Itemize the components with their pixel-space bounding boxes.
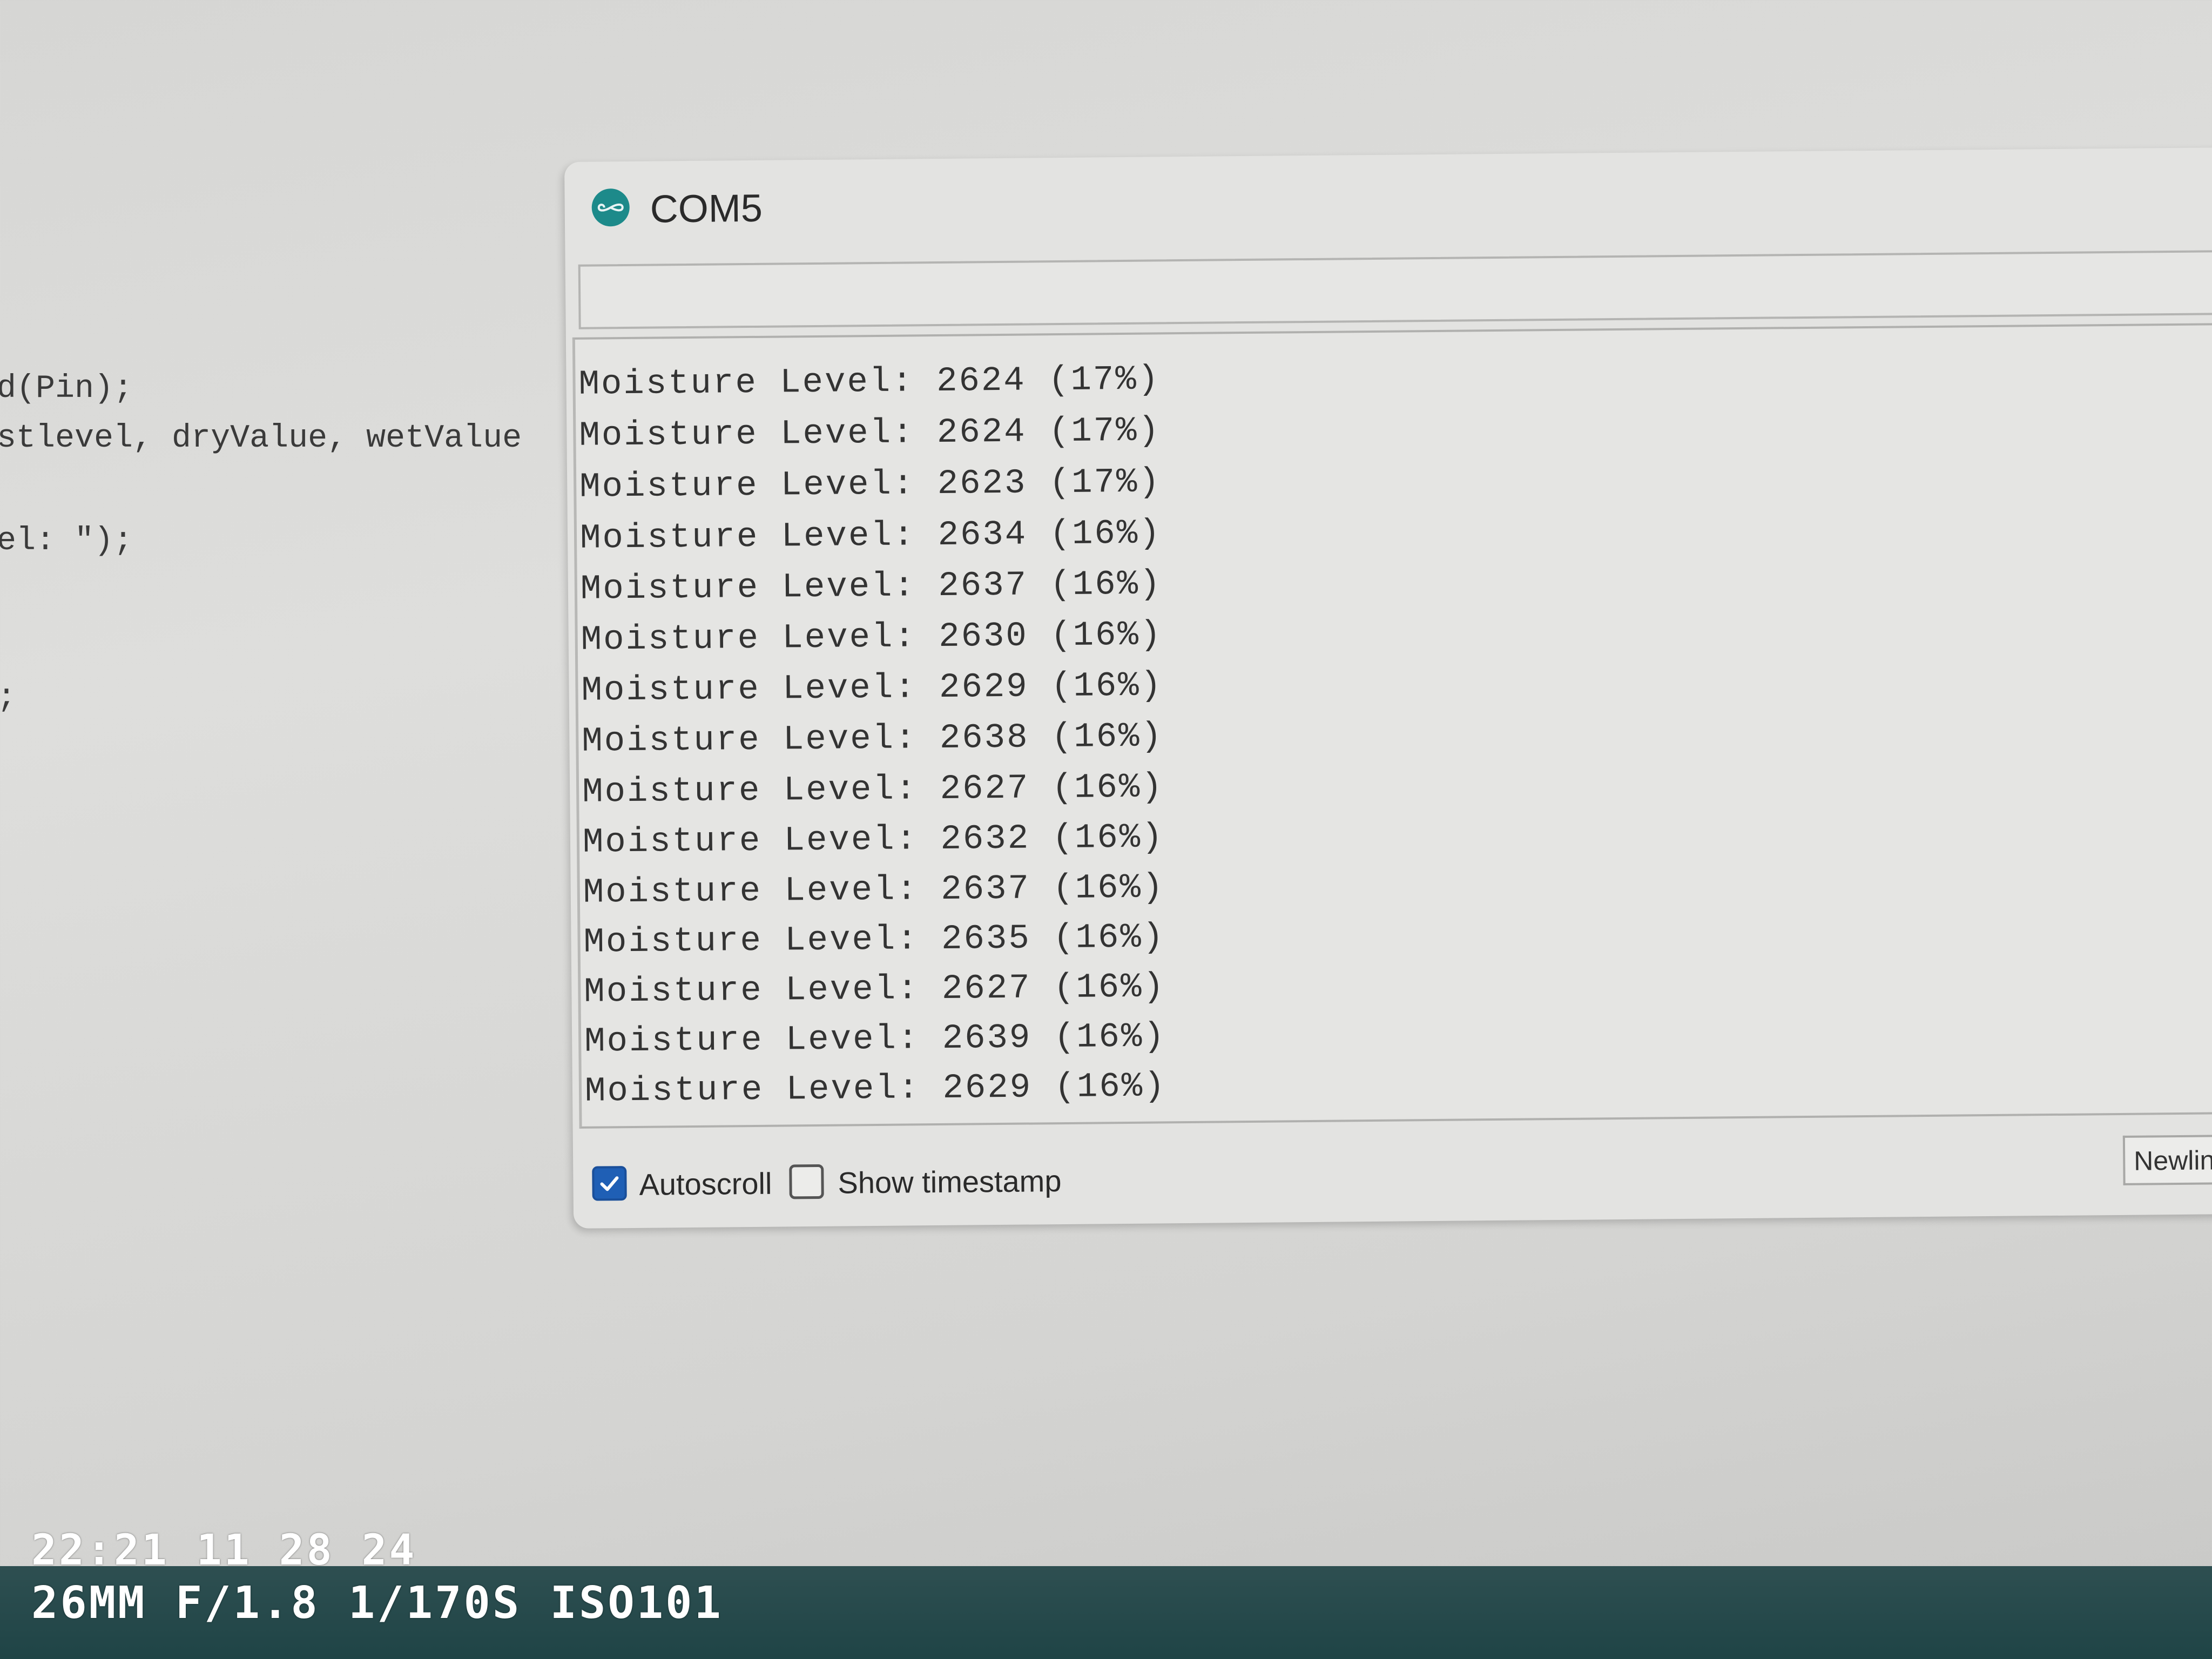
output-line: Moisture Level: 2630 (16%) (581, 616, 1163, 660)
output-line: Moisture Level: 2638 (16%) (582, 717, 1164, 761)
serial-send-input[interactable] (578, 249, 2212, 329)
checkmark-icon (600, 1176, 619, 1191)
code-line: stlevel, dryValue, wetValue (0, 420, 522, 457)
autoscroll-checkbox[interactable] (592, 1166, 627, 1201)
output-line: Moisture Level: 2629 (16%) (581, 666, 1163, 711)
output-line: Moisture Level: 2639 (16%) (584, 1017, 1166, 1062)
line-ending-select[interactable]: Newlin (2122, 1134, 2212, 1185)
title-bar: COM5 (564, 147, 2212, 259)
output-line: Moisture Level: 2624 (17%) (578, 360, 1161, 404)
autoscroll-label[interactable]: Autoscroll (639, 1166, 772, 1202)
show-timestamp-checkbox[interactable] (789, 1164, 824, 1199)
code-line: d(Pin); (0, 370, 133, 407)
code-line: ; (0, 682, 16, 714)
show-timestamp-label[interactable]: Show timestamp (838, 1163, 1061, 1201)
output-line: Moisture Level: 2624 (17%) (579, 412, 1161, 456)
window-title: COM5 (650, 186, 763, 231)
camera-timestamp: 22:21 11 28 24 (31, 1526, 417, 1575)
serial-monitor-window: COM5 Moisture Level: 2624 (17%) Moisture… (564, 147, 2212, 1229)
code-line: el: "); (0, 523, 133, 559)
output-line: Moisture Level: 2637 (16%) (583, 868, 1165, 913)
serial-output-area[interactable]: Moisture Level: 2624 (17%) Moisture Leve… (572, 322, 2212, 1129)
output-line: Moisture Level: 2637 (16%) (580, 565, 1162, 609)
output-line: Moisture Level: 2623 (17%) (579, 463, 1162, 507)
camera-exposure-info: 26MM F/1.8 1/170S ISO101 (31, 1577, 723, 1629)
output-line: Moisture Level: 2635 (16%) (583, 918, 1165, 962)
output-line: Moisture Level: 2634 (16%) (579, 514, 1162, 558)
monitor-bottom-bar: Autoscroll Show timestamp Newlin (573, 1120, 2212, 1226)
output-line: Moisture Level: 2627 (16%) (582, 768, 1164, 812)
arduino-infinity-icon (591, 188, 630, 227)
output-line: Moisture Level: 2632 (16%) (582, 818, 1164, 862)
output-line: Moisture Level: 2629 (16%) (584, 1067, 1166, 1111)
output-line: Moisture Level: 2627 (16%) (584, 968, 1166, 1012)
